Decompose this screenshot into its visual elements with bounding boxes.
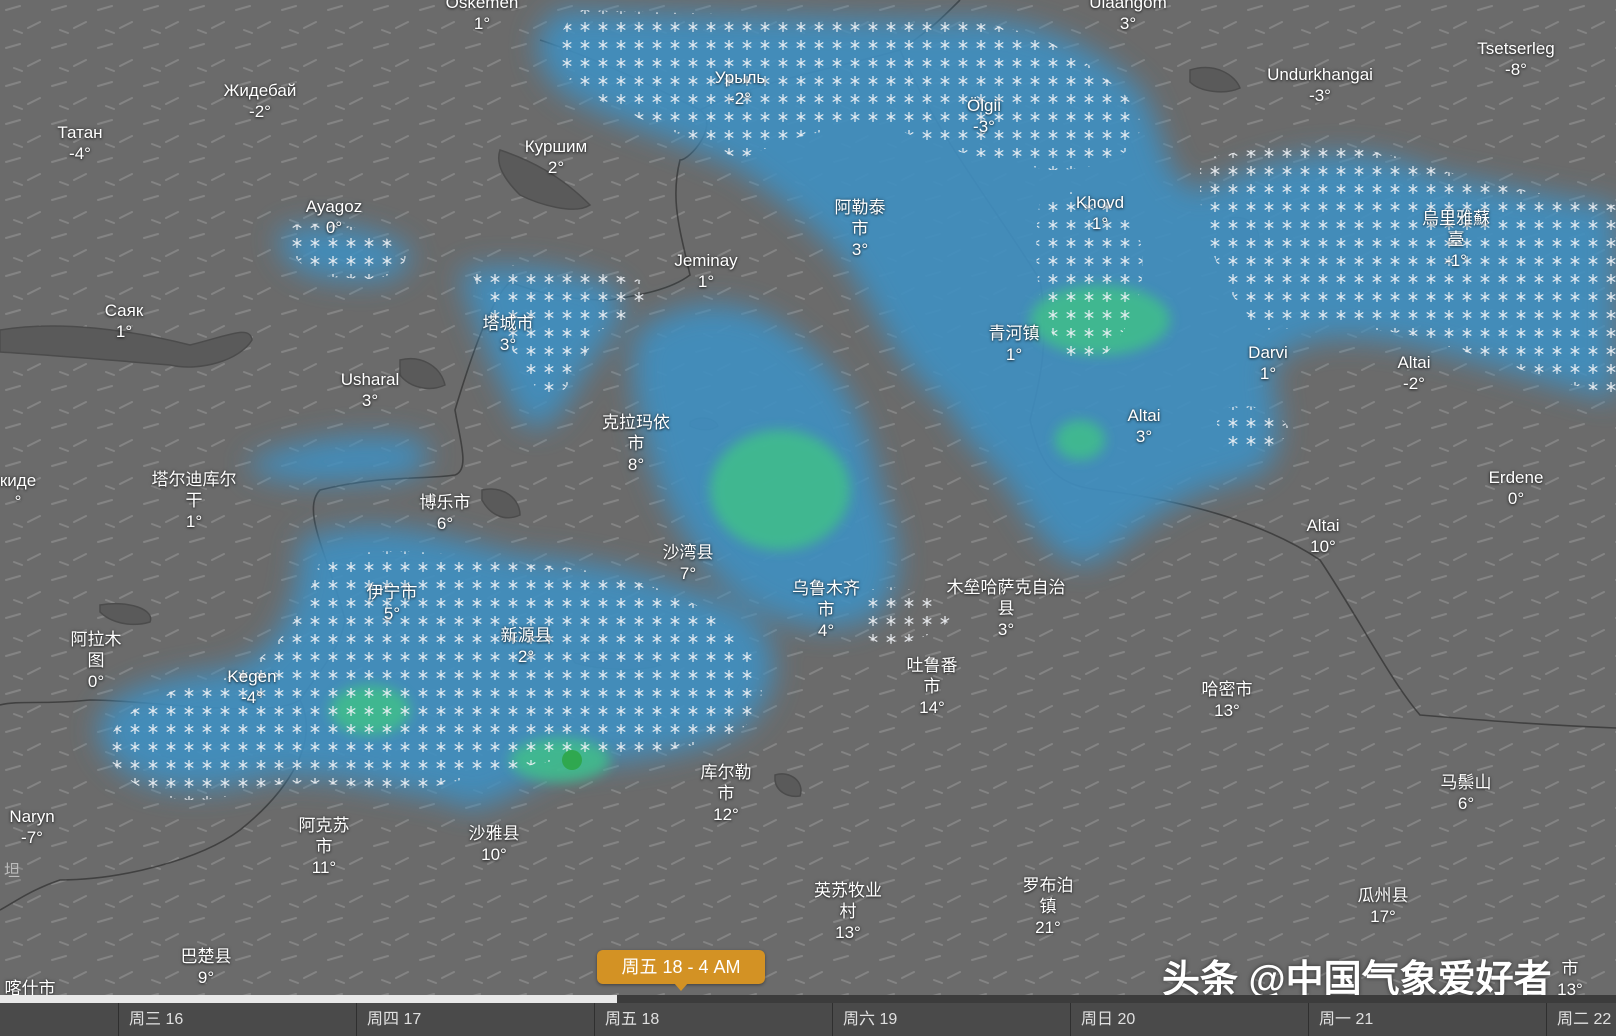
timeline-day[interactable]: 周四 17 bbox=[356, 1003, 594, 1036]
timeline-progress bbox=[0, 995, 618, 1003]
timeline-day[interactable]: 周二 22 bbox=[1546, 1003, 1616, 1036]
timeline-day[interactable]: 周六 19 bbox=[832, 1003, 1070, 1036]
weather-map[interactable] bbox=[0, 0, 1616, 1036]
timeline-day[interactable]: 周五 18 bbox=[594, 1003, 832, 1036]
timeline-day[interactable]: 周三 16 bbox=[118, 1003, 356, 1036]
timeline-track[interactable] bbox=[0, 995, 1616, 1003]
edge-glyph: 坦 bbox=[4, 863, 21, 880]
selected-time-label: 周五 18 - 4 AM bbox=[621, 957, 741, 977]
tooltip-pointer bbox=[674, 983, 688, 991]
timeline-day[interactable]: 周一 21 bbox=[1308, 1003, 1546, 1036]
timeline-bar[interactable]: 周三 16 周四 17 周五 18 周六 19 周日 20 周一 21 周二 22 bbox=[0, 995, 1616, 1036]
timeline-day[interactable]: 周日 20 bbox=[1070, 1003, 1308, 1036]
time-tooltip[interactable]: 周五 18 - 4 AM bbox=[597, 950, 765, 991]
timeline-days: 周三 16 周四 17 周五 18 周六 19 周日 20 周一 21 周二 22 bbox=[0, 1003, 1616, 1036]
